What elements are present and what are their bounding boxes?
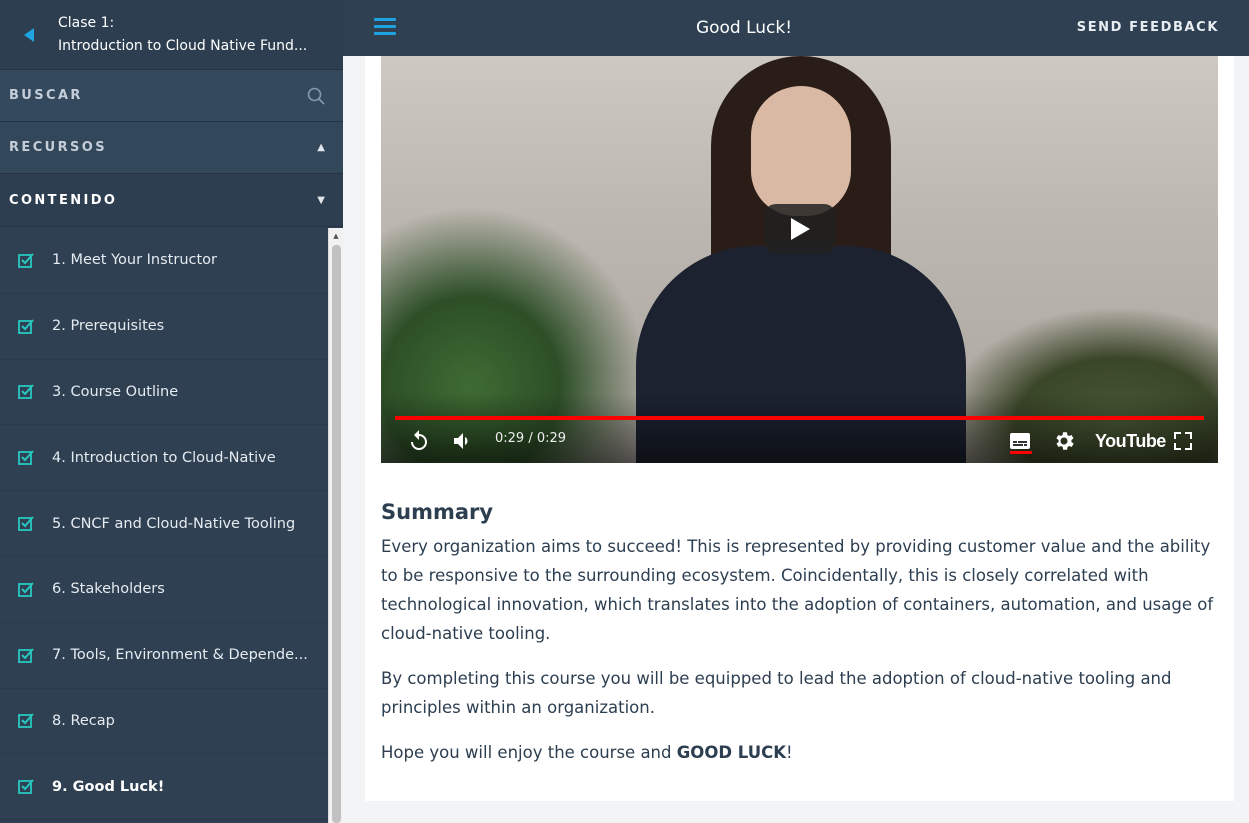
checkbox-checked-icon xyxy=(0,712,52,729)
lesson-item[interactable]: 2. Prerequisites xyxy=(0,294,328,360)
lesson-label: 2. Prerequisites xyxy=(52,318,165,335)
scrollbar-thumb[interactable] xyxy=(332,245,341,823)
summary-paragraph-2: By completing this course you will be eq… xyxy=(381,669,1172,717)
main-content: 0:29 / 0:29 YouTube Summary Every organi… xyxy=(365,56,1234,823)
sidebar: Clase 1: Introduction to Cloud Native Fu… xyxy=(0,0,343,823)
subtitles-button[interactable] xyxy=(1008,429,1032,453)
fullscreen-button[interactable] xyxy=(1171,429,1195,453)
lesson-label: 8. Recap xyxy=(52,712,115,729)
summary-section: Summary Every organization aims to succe… xyxy=(381,500,1221,783)
lesson-item[interactable]: 5. CNCF and Cloud-Native Tooling xyxy=(0,491,328,557)
lesson-item[interactable]: 4. Introduction to Cloud-Native xyxy=(0,425,328,492)
lesson-label: 1. Meet Your Instructor xyxy=(52,252,218,269)
send-feedback-button[interactable]: SEND FEEDBACK xyxy=(1077,20,1219,35)
back-button[interactable] xyxy=(0,0,58,70)
settings-button[interactable] xyxy=(1052,429,1076,453)
progress-bar[interactable] xyxy=(395,416,1204,420)
summary-paragraph-3: Hope you will enjoy the course and GOOD … xyxy=(381,738,1221,767)
lesson-item-current[interactable]: 9. Good Luck! xyxy=(0,754,328,821)
good-luck-text: GOOD LUCK xyxy=(676,743,787,762)
resources-label: RECURSOS xyxy=(9,140,107,155)
lesson-item[interactable]: 7. Tools, Environment & Depende... xyxy=(0,623,328,689)
lesson-list: 1. Meet Your Instructor 2. Prerequisites… xyxy=(0,228,328,823)
volume-button[interactable] xyxy=(451,429,475,453)
replay-icon xyxy=(411,430,427,450)
replay-button[interactable] xyxy=(407,429,431,453)
class-label: Clase 1: xyxy=(58,14,115,31)
checkbox-checked-icon xyxy=(0,252,52,269)
content-section[interactable]: CONTENIDO ▼ xyxy=(0,174,343,227)
checkbox-checked-icon xyxy=(0,449,52,466)
checkbox-checked-icon xyxy=(0,581,52,598)
content-label: CONTENIDO xyxy=(9,192,118,208)
summary-heading: Summary xyxy=(381,500,494,524)
course-title: Clase 1: Introduction to Cloud Native Fu… xyxy=(58,12,328,58)
subtitles-active-indicator xyxy=(1010,451,1032,454)
top-bar: Good Luck! SEND FEEDBACK xyxy=(343,0,1249,56)
scroll-up-arrow-icon[interactable]: ▲ xyxy=(329,228,343,243)
play-icon xyxy=(791,218,810,240)
checkbox-checked-icon xyxy=(0,318,52,335)
video-player[interactable]: 0:29 / 0:29 YouTube xyxy=(381,56,1218,463)
lesson-label: 5. CNCF and Cloud-Native Tooling xyxy=(52,515,296,532)
summary-paragraph-1: Every organization aims to succeed! This… xyxy=(381,537,1214,643)
lesson-label: 4. Introduction to Cloud-Native xyxy=(52,449,276,466)
subtitles-icon xyxy=(1010,433,1030,449)
lesson-label: 9. Good Luck! xyxy=(52,778,165,795)
controls-gradient xyxy=(381,393,1218,463)
scrollbar[interactable]: ▲ xyxy=(328,228,343,823)
gear-icon xyxy=(1056,432,1074,450)
sidebar-header: Clase 1: Introduction to Cloud Native Fu… xyxy=(0,0,343,70)
fullscreen-icon xyxy=(1174,432,1192,450)
page-title: Good Luck! xyxy=(695,18,793,38)
lesson-label: 6. Stakeholders xyxy=(52,581,165,598)
lesson-item[interactable]: 3. Course Outline xyxy=(0,360,328,426)
resources-section[interactable]: RECURSOS ▲ xyxy=(0,122,343,174)
checkbox-checked-icon xyxy=(0,515,52,532)
closing-text: Hope you will enjoy the course and xyxy=(381,743,677,762)
checkbox-checked-icon xyxy=(0,778,52,795)
lesson-list-container: 1. Meet Your Instructor 2. Prerequisites… xyxy=(0,228,343,823)
lesson-item[interactable]: 1. Meet Your Instructor xyxy=(0,228,328,294)
presenter-face xyxy=(751,86,851,216)
course-name: Introduction to Cloud Native Fund... xyxy=(58,37,308,54)
lesson-item[interactable]: 8. Recap xyxy=(0,689,328,755)
search-icon[interactable] xyxy=(307,87,325,105)
search-row[interactable]: BUSCAR xyxy=(0,70,343,122)
checkbox-checked-icon xyxy=(0,647,52,664)
triangle-up-icon: ▲ xyxy=(317,142,325,153)
lesson-label: 3. Course Outline xyxy=(52,383,179,400)
closing-exclamation: ! xyxy=(786,743,793,762)
footer-strip xyxy=(365,801,1234,823)
lesson-label: 7. Tools, Environment & Depende... xyxy=(52,647,308,664)
checkbox-checked-icon xyxy=(0,383,52,400)
volume-icon xyxy=(454,433,468,449)
search-label: BUSCAR xyxy=(9,88,83,103)
youtube-logo[interactable]: YouTube xyxy=(1095,431,1166,452)
lesson-item[interactable]: 6. Stakeholders xyxy=(0,557,328,623)
play-button[interactable] xyxy=(764,204,836,254)
time-display: 0:29 / 0:29 xyxy=(495,431,567,446)
triangle-down-icon: ▼ xyxy=(317,194,325,206)
triangle-left-icon xyxy=(24,27,34,42)
